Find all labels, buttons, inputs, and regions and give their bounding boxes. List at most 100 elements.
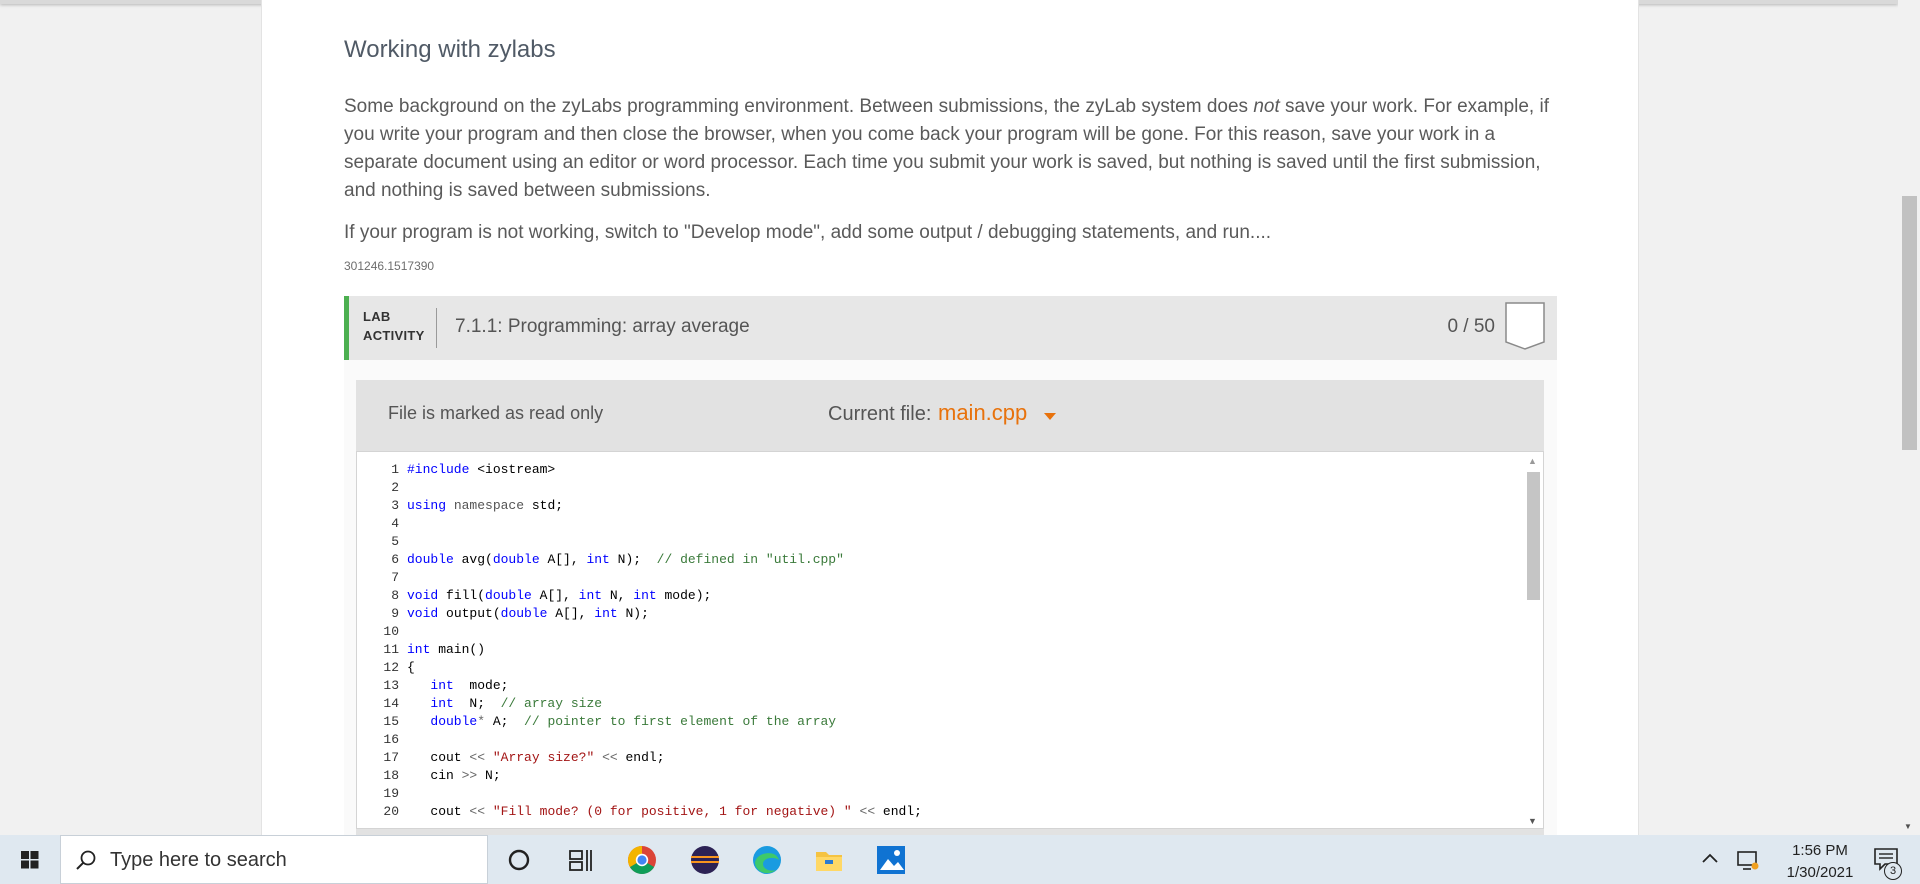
taskbar-search-box[interactable]: Type here to search (60, 835, 488, 884)
code-text: #include <iostream> (407, 462, 556, 477)
code-line: 9 void output(double A[], int N); (357, 605, 922, 623)
intro-paragraph-start: Some background on the zyLabs programmin… (344, 96, 1254, 117)
cortana-icon[interactable] (502, 843, 536, 877)
notification-count-badge: 3 (1884, 862, 1902, 880)
code-lines: 1 #include <iostream> 2 3 using namespace st… (357, 461, 922, 821)
section-title: Working with zylabs (344, 36, 556, 63)
file-explorer-icon[interactable] (812, 843, 846, 877)
line-number: 4 (391, 516, 399, 531)
line-number: 3 (391, 498, 399, 513)
task-view-icon[interactable] (563, 843, 597, 877)
code-line: 17 cout << "Array size?" << endl; (357, 749, 922, 767)
eclipse-icon[interactable] (688, 843, 722, 877)
code-line: 1 #include <iostream> (357, 461, 922, 479)
edge-icon[interactable] (750, 843, 784, 877)
code-text: cout << "Array size?" << endl; (407, 750, 665, 765)
content-card: Working with zylabs Some background on t… (261, 0, 1639, 835)
line-number: 19 (383, 786, 399, 801)
page-scrollbar[interactable]: ▼ (1898, 0, 1920, 835)
page-scrollbar-thumb[interactable] (1902, 196, 1917, 450)
photos-icon[interactable] (874, 843, 908, 877)
line-number: 16 (383, 732, 399, 747)
system-clock[interactable]: 1:56 PM 1/30/2021 (1772, 840, 1868, 884)
windows-taskbar: Type here to search 1:56 PM 1/30/2021 3 (0, 835, 1920, 884)
lab-score: 0 / 50 (1447, 316, 1495, 337)
line-number: 5 (391, 534, 399, 549)
line-number: 2 (391, 480, 399, 495)
network-icon[interactable] (1736, 848, 1760, 872)
readonly-notice: File is marked as read only (388, 403, 604, 423)
code-line: 15 double* A; // pointer to first elemen… (357, 713, 922, 731)
line-number: 13 (383, 678, 399, 693)
code-line: 4 (357, 515, 922, 533)
line-number: 6 (391, 552, 399, 567)
code-scrollbar-thumb[interactable] (1527, 472, 1540, 600)
lab-activity-header: LAB ACTIVITY 7.1.1: Programming: array a… (344, 296, 1557, 360)
code-line: 11 int main() (357, 641, 922, 659)
code-line: 2 (357, 479, 922, 497)
code-text: int N; // array size (430, 696, 603, 711)
code-line: 5 (357, 533, 922, 551)
code-line: 10 (357, 623, 922, 641)
line-number: 1 (391, 462, 399, 477)
line-number: 20 (383, 804, 399, 819)
lab-body: File is marked as read only Current file… (344, 360, 1557, 835)
scroll-down-icon[interactable]: ▼ (1904, 822, 1912, 831)
scroll-down-icon[interactable]: ▼ (1528, 816, 1537, 826)
clock-date: 1/30/2021 (1786, 864, 1854, 881)
lab-title: 7.1.1: Programming: array average (455, 316, 750, 337)
code-editor-panel: File is marked as read only Current file… (356, 380, 1544, 835)
code-text: double* A; // pointer to first element o… (430, 714, 837, 729)
lab-tag-line2: ACTIVITY (363, 328, 425, 343)
intro-paragraph-emphasis: not (1253, 96, 1280, 117)
windows-start-icon[interactable] (0, 835, 60, 884)
code-line: 12 { (357, 659, 922, 677)
line-number: 15 (383, 714, 399, 729)
code-line: 7 (357, 569, 922, 587)
line-number: 9 (391, 606, 399, 621)
line-number: 14 (383, 696, 399, 711)
code-editor[interactable]: 1 #include <iostream> 2 3 using namespace st… (356, 451, 1544, 829)
line-number: 7 (391, 570, 399, 585)
chrome-icon[interactable] (625, 843, 659, 877)
lab-header-divider (436, 308, 437, 348)
chevron-up-icon[interactable] (1700, 849, 1720, 869)
code-line: 18 cin >> N; (357, 767, 922, 785)
debug-tip-paragraph: If your program is not working, switch t… (344, 222, 1272, 243)
current-file-dropdown[interactable]: main.cpp (938, 400, 1027, 426)
scroll-up-icon[interactable]: ▲ (1528, 456, 1537, 466)
line-number: 17 (383, 750, 399, 765)
code-line: 6 double avg(double A[], int N); // defin… (357, 551, 922, 569)
line-number: 11 (383, 642, 399, 657)
code-line: 14 int N; // array size (357, 695, 922, 713)
code-line: 13 int mode; (357, 677, 922, 695)
code-text: int main() (407, 642, 486, 657)
code-text: double avg(double A[], int N); // define… (407, 552, 844, 567)
code-text: int mode; (430, 678, 509, 693)
completion-badge-icon (1505, 302, 1545, 350)
code-text: cout << "Fill mode? (0 for positive, 1 f… (407, 804, 922, 819)
code-line: 20 cout << "Fill mode? (0 for positive, … (357, 803, 922, 821)
code-text: void output(double A[], int N); (407, 606, 649, 621)
code-text: using namespace std; (407, 498, 564, 513)
search-placeholder: Type here to search (110, 849, 287, 871)
content-reference-id: 301246.1517390 (344, 259, 435, 273)
current-file-label: Current file: (828, 403, 932, 425)
code-line: 19 (357, 785, 922, 803)
chevron-down-icon[interactable] (1044, 413, 1056, 420)
code-text: cin >> N; (407, 768, 501, 783)
line-number: 12 (383, 660, 399, 675)
line-number: 8 (391, 588, 399, 603)
code-line: 3 using namespace std; (357, 497, 922, 515)
lab-tag-line1: LAB (363, 309, 391, 324)
code-line: 16 (357, 731, 922, 749)
intro-paragraph: Some background on the zyLabs programmin… (344, 93, 1574, 205)
clock-time: 1:56 PM (1792, 842, 1848, 859)
line-number: 10 (383, 624, 399, 639)
code-line: 8 void fill(double A[], int N, int mode); (357, 587, 922, 605)
code-text: { (407, 660, 415, 675)
code-scrollbar[interactable]: ▲ ▼ (1525, 454, 1541, 826)
search-icon (76, 850, 96, 870)
code-text: void fill(double A[], int N, int mode); (407, 588, 712, 603)
line-number: 18 (383, 768, 399, 783)
